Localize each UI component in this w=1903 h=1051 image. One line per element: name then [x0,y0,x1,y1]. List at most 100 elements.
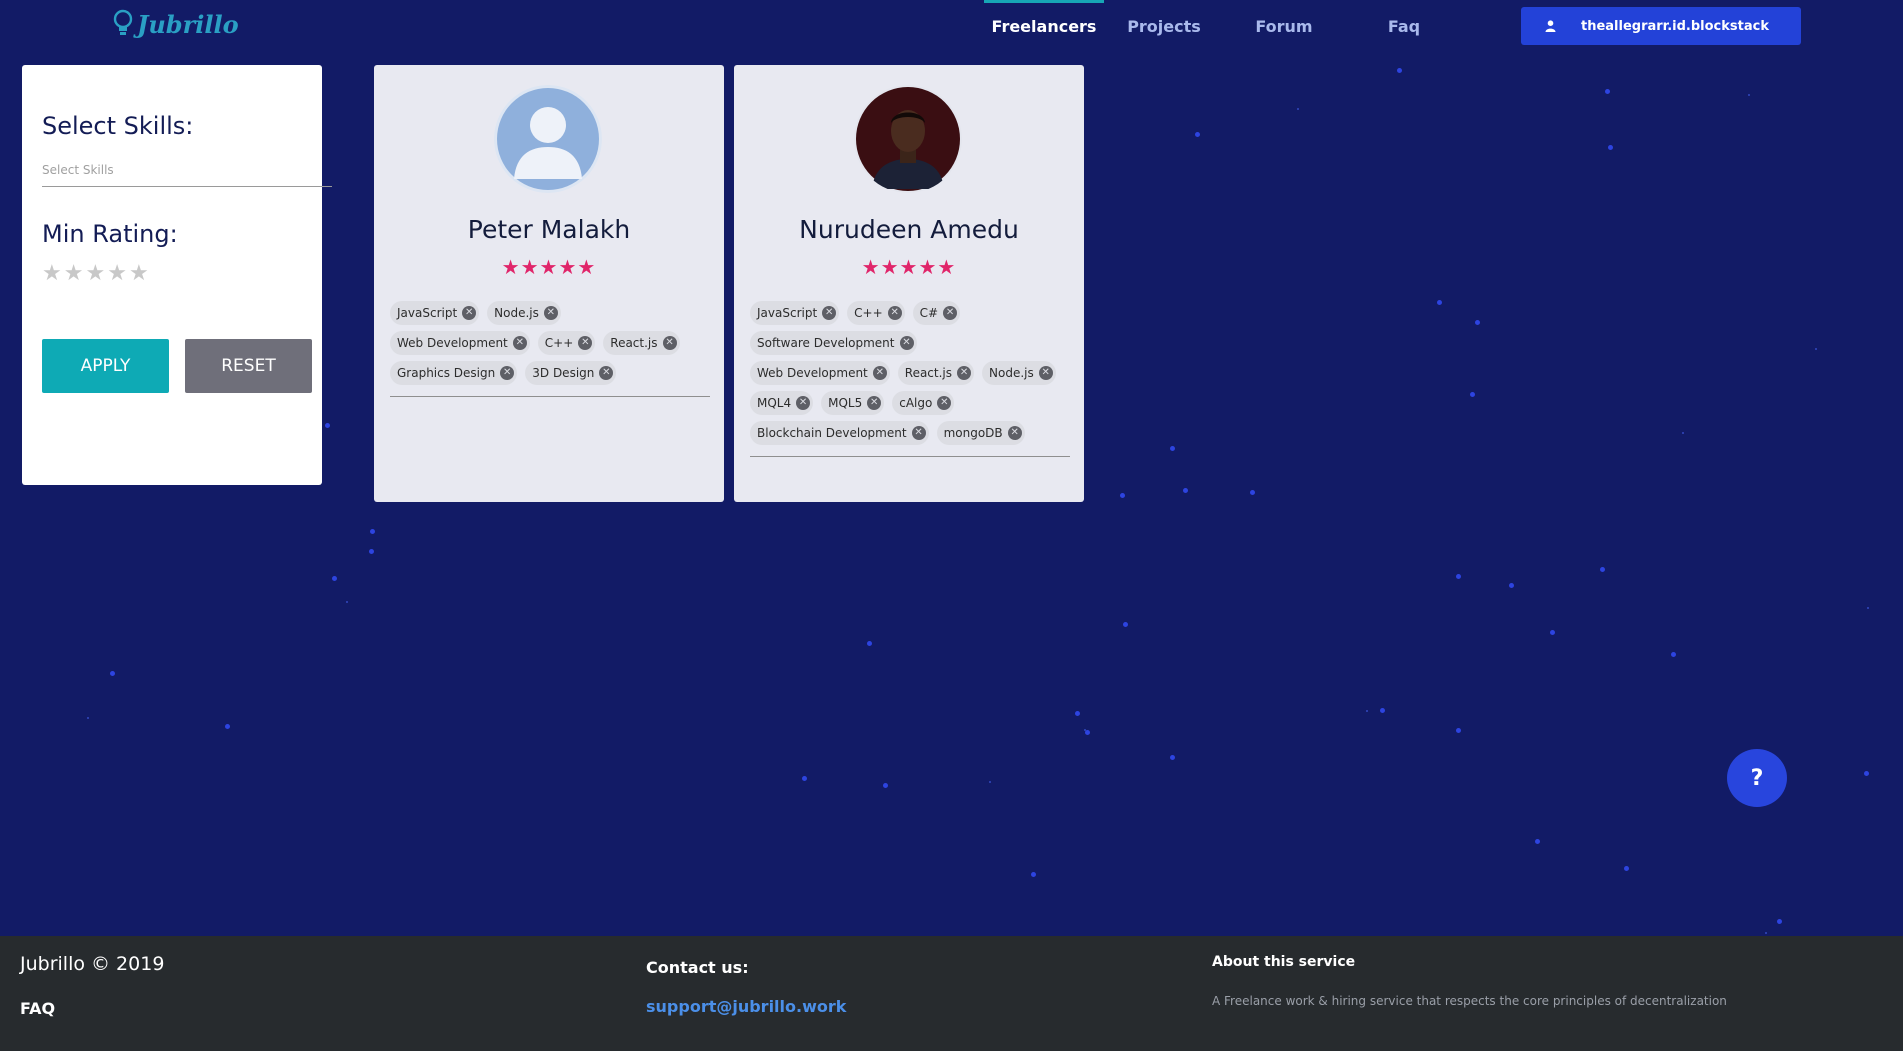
skill-chip: cAlgo ✕ [892,391,955,415]
star-dot [1605,89,1610,94]
nav-freelancers[interactable]: Freelancers [984,0,1104,52]
remove-chip-icon[interactable]: ✕ [796,396,811,410]
star-dot [110,671,115,676]
freelancer-name: Peter Malakh [467,215,631,244]
remove-chip-icon[interactable]: ✕ [512,336,527,350]
star-dot [1297,108,1299,110]
star-dot [1509,583,1514,588]
star-dot [1535,839,1540,844]
footer-faq-link[interactable]: FAQ [20,999,55,1018]
skill-label: C++ [544,336,574,350]
skill-chip: 3D Design ✕ [525,361,617,385]
contact-heading: Contact us: [646,958,749,977]
reset-button[interactable]: RESET [185,339,312,393]
remove-chip-icon[interactable]: ✕ [911,426,926,440]
skill-label: Web Development [397,336,508,350]
star-dot [1624,866,1629,871]
help-button[interactable]: ? [1727,749,1787,807]
star-dot [1470,392,1475,397]
nav-projects[interactable]: Projects [1104,0,1224,52]
skill-label: C# [919,306,939,320]
skill-chip: React.js ✕ [603,331,680,355]
star-dot [346,601,348,603]
star-dot [1867,607,1869,609]
star-dot [87,717,89,719]
star-icon[interactable]: ★ [42,262,62,286]
skills-select-input[interactable] [42,160,332,187]
skill-label: Node.js [989,366,1034,380]
star-icon[interactable]: ★ [107,262,127,286]
user-name: theallegrarr.id.blockstack [1580,18,1769,34]
remove-chip-icon[interactable]: ✕ [943,306,958,320]
star-dot [225,724,230,729]
apply-button[interactable]: APPLY [42,339,169,393]
freelancer-card[interactable]: Nurudeen Amedu ★★★★★ JavaScript ✕ C++ ✕ C#… [734,65,1084,502]
logo[interactable]: Jubrillo [112,8,239,40]
remove-chip-icon[interactable]: ✕ [662,336,677,350]
footer: Jubrillo © 2019 FAQ Contact us: support@… [0,936,1903,1051]
star-icon[interactable]: ★ [85,262,105,286]
remove-chip-icon[interactable]: ✕ [872,366,887,380]
star-dot [1777,919,1782,924]
star-dot [1437,300,1442,305]
remove-chip-icon[interactable]: ✕ [1038,366,1053,380]
star-dot [1075,711,1080,716]
remove-chip-icon[interactable]: ✕ [462,306,477,320]
star-dot [1120,493,1125,498]
skill-chip: JavaScript ✕ [390,301,480,325]
star-dot [1366,710,1368,712]
nav-faq[interactable]: Faq [1344,0,1464,52]
star-dot [883,783,888,788]
star-dot [1380,708,1385,713]
skill-chip: Graphics Design ✕ [390,361,518,385]
skill-label: React.js [610,336,658,350]
star-dot [1084,729,1086,731]
remove-chip-icon[interactable]: ✕ [937,396,952,410]
skill-chip: MQL5 ✕ [821,391,885,415]
remove-chip-icon[interactable]: ✕ [822,306,837,320]
remove-chip-icon[interactable]: ✕ [957,366,972,380]
star-dot [1475,320,1480,325]
star-icon[interactable]: ★ [64,262,84,286]
star-icon[interactable]: ★ [129,262,149,286]
star-dot [1600,567,1605,572]
skill-label: Graphics Design [397,366,496,380]
rating-stars: ★★★★★ [861,255,957,279]
star-dot [1815,348,1817,350]
skill-label: React.js [904,366,953,380]
lightbulb-logo-icon [113,9,133,35]
star-dot [1682,432,1684,434]
remove-chip-icon[interactable]: ✕ [599,366,614,380]
star-dot [1031,872,1036,877]
remove-chip-icon[interactable]: ✕ [867,396,882,410]
skill-label: cAlgo [899,396,933,410]
star-dot [1123,622,1128,627]
logo-text: Jubrillo [137,9,239,39]
contact-email-link[interactable]: support@jubrillo.work [646,997,846,1016]
nav-forum[interactable]: Forum [1224,0,1344,52]
copyright-text: Jubrillo © 2019 [20,953,165,975]
remove-chip-icon[interactable]: ✕ [899,336,914,350]
remove-chip-icon[interactable]: ✕ [887,306,902,320]
star-dot [989,781,991,783]
main-nav: Freelancers Projects Forum Faq [984,0,1464,52]
select-skills-heading: Select Skills: [42,112,194,140]
freelancer-card[interactable]: Peter Malakh ★★★★★ JavaScript ✕ Node.js ✕ … [374,65,724,502]
skill-chips: JavaScript ✕ C++ ✕ C# ✕ Software Developmen… [750,301,1070,457]
remove-chip-icon[interactable]: ✕ [1007,426,1022,440]
remove-chip-icon[interactable]: ✕ [543,306,558,320]
skill-chip: React.js ✕ [897,361,975,385]
star-dot [1456,728,1461,733]
skill-chip: Web Development ✕ [390,331,530,355]
skill-chip: Blockchain Development ✕ [750,421,929,445]
skill-label: Node.js [494,306,539,320]
skill-chip: C# ✕ [912,301,961,325]
star-dot [867,641,872,646]
star-dot [1170,755,1175,760]
skill-chip: MQL4 ✕ [750,391,814,415]
star-dot [370,529,375,534]
user-account-button[interactable]: theallegrarr.id.blockstack [1521,7,1801,45]
remove-chip-icon[interactable]: ✕ [500,366,515,380]
remove-chip-icon[interactable]: ✕ [578,336,593,350]
star-dot [802,776,807,781]
